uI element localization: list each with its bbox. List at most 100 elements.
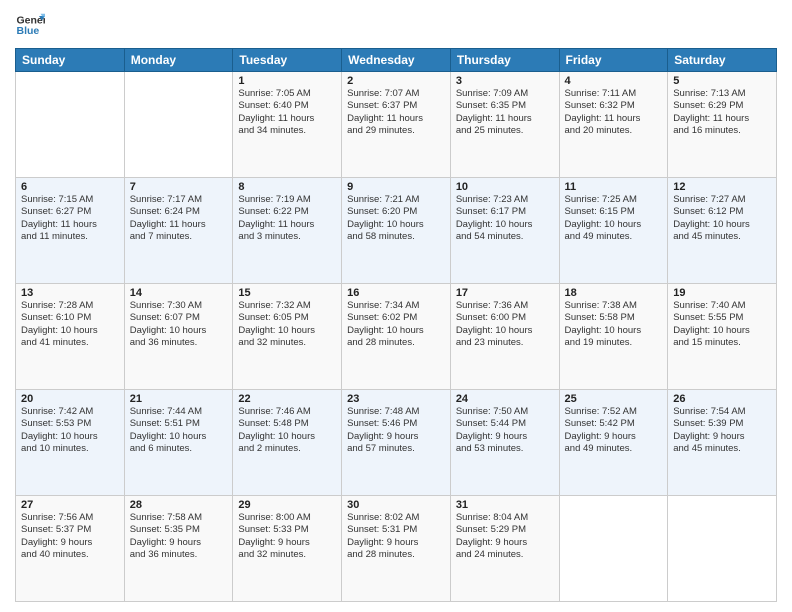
day-info-line: Sunrise: 7:40 AM <box>673 300 771 312</box>
day-info-line: Daylight: 10 hours <box>21 431 119 443</box>
calendar-cell: 8Sunrise: 7:19 AMSunset: 6:22 PMDaylight… <box>233 178 342 284</box>
day-info-line: and 11 minutes. <box>21 231 119 243</box>
day-info-line: Sunrise: 7:42 AM <box>21 406 119 418</box>
day-info-line: Sunset: 6:17 PM <box>456 206 554 218</box>
day-info-line: and 19 minutes. <box>565 337 663 349</box>
day-info-line: and 36 minutes. <box>130 549 228 561</box>
day-info-line: Sunrise: 8:00 AM <box>238 512 336 524</box>
day-info-line: and 58 minutes. <box>347 231 445 243</box>
day-info-line: Daylight: 11 hours <box>130 219 228 231</box>
day-info-line: Sunrise: 7:36 AM <box>456 300 554 312</box>
day-info-line: Daylight: 9 hours <box>565 431 663 443</box>
calendar-cell: 29Sunrise: 8:00 AMSunset: 5:33 PMDayligh… <box>233 496 342 602</box>
day-info-line: Sunset: 5:31 PM <box>347 524 445 536</box>
day-info-line: Sunset: 5:44 PM <box>456 418 554 430</box>
calendar-week-row: 27Sunrise: 7:56 AMSunset: 5:37 PMDayligh… <box>16 496 777 602</box>
day-number: 15 <box>238 287 336 299</box>
day-info-line: Sunset: 5:53 PM <box>21 418 119 430</box>
day-info-line: Sunrise: 7:38 AM <box>565 300 663 312</box>
day-number: 3 <box>456 75 554 87</box>
day-info-line: Sunrise: 7:15 AM <box>21 194 119 206</box>
day-number: 18 <box>565 287 663 299</box>
day-info-line: and 10 minutes. <box>21 443 119 455</box>
day-info-line: and 54 minutes. <box>456 231 554 243</box>
calendar-cell: 15Sunrise: 7:32 AMSunset: 6:05 PMDayligh… <box>233 284 342 390</box>
day-info-line: Sunrise: 7:09 AM <box>456 88 554 100</box>
day-info-line: Sunset: 6:07 PM <box>130 312 228 324</box>
day-info-line: Daylight: 10 hours <box>21 325 119 337</box>
day-number: 16 <box>347 287 445 299</box>
calendar-cell: 4Sunrise: 7:11 AMSunset: 6:32 PMDaylight… <box>559 72 668 178</box>
calendar-cell: 3Sunrise: 7:09 AMSunset: 6:35 PMDaylight… <box>450 72 559 178</box>
calendar-page: General Blue SundayMondayTuesdayWednesda… <box>0 0 792 612</box>
day-number: 24 <box>456 393 554 405</box>
calendar-cell: 22Sunrise: 7:46 AMSunset: 5:48 PMDayligh… <box>233 390 342 496</box>
weekday-header: Monday <box>124 49 233 72</box>
day-info-line: Sunrise: 7:34 AM <box>347 300 445 312</box>
day-number: 2 <box>347 75 445 87</box>
day-info-line: and 34 minutes. <box>238 125 336 137</box>
weekday-header: Wednesday <box>342 49 451 72</box>
day-info-line: Sunrise: 7:58 AM <box>130 512 228 524</box>
svg-text:Blue: Blue <box>17 25 40 37</box>
day-info-line: Sunrise: 7:25 AM <box>565 194 663 206</box>
day-info-line: Sunset: 5:33 PM <box>238 524 336 536</box>
day-info-line: Sunset: 5:39 PM <box>673 418 771 430</box>
day-info-line: Sunset: 6:32 PM <box>565 100 663 112</box>
day-info-line: Daylight: 10 hours <box>238 325 336 337</box>
day-info-line: Sunrise: 7:32 AM <box>238 300 336 312</box>
day-info-line: Sunset: 6:12 PM <box>673 206 771 218</box>
calendar-cell <box>16 72 125 178</box>
day-info-line: Sunset: 6:15 PM <box>565 206 663 218</box>
day-info-line: Sunrise: 7:52 AM <box>565 406 663 418</box>
day-info-line: and 28 minutes. <box>347 549 445 561</box>
day-info-line: Sunset: 6:10 PM <box>21 312 119 324</box>
calendar-cell: 14Sunrise: 7:30 AMSunset: 6:07 PMDayligh… <box>124 284 233 390</box>
calendar-cell: 24Sunrise: 7:50 AMSunset: 5:44 PMDayligh… <box>450 390 559 496</box>
logo-icon: General Blue <box>15 10 45 40</box>
day-number: 17 <box>456 287 554 299</box>
calendar-cell: 30Sunrise: 8:02 AMSunset: 5:31 PMDayligh… <box>342 496 451 602</box>
day-info-line: Daylight: 11 hours <box>21 219 119 231</box>
weekday-header: Tuesday <box>233 49 342 72</box>
day-info-line: Sunset: 6:40 PM <box>238 100 336 112</box>
day-info-line: Daylight: 9 hours <box>456 431 554 443</box>
calendar-cell: 20Sunrise: 7:42 AMSunset: 5:53 PMDayligh… <box>16 390 125 496</box>
day-info-line: Sunset: 6:00 PM <box>456 312 554 324</box>
day-info-line: Daylight: 9 hours <box>238 537 336 549</box>
day-number: 7 <box>130 181 228 193</box>
day-number: 23 <box>347 393 445 405</box>
calendar-cell: 27Sunrise: 7:56 AMSunset: 5:37 PMDayligh… <box>16 496 125 602</box>
day-info-line: Sunrise: 7:05 AM <box>238 88 336 100</box>
day-info-line: Sunset: 6:24 PM <box>130 206 228 218</box>
day-info-line: and 25 minutes. <box>456 125 554 137</box>
calendar-cell <box>124 72 233 178</box>
day-info-line: and 57 minutes. <box>347 443 445 455</box>
day-info-line: Sunset: 5:58 PM <box>565 312 663 324</box>
day-number: 31 <box>456 499 554 511</box>
calendar-cell: 16Sunrise: 7:34 AMSunset: 6:02 PMDayligh… <box>342 284 451 390</box>
day-info-line: Sunrise: 7:48 AM <box>347 406 445 418</box>
day-info-line: Daylight: 10 hours <box>347 219 445 231</box>
day-number: 25 <box>565 393 663 405</box>
day-info-line: and 41 minutes. <box>21 337 119 349</box>
day-info-line: Daylight: 10 hours <box>565 325 663 337</box>
day-info-line: and 15 minutes. <box>673 337 771 349</box>
day-info-line: Daylight: 10 hours <box>673 325 771 337</box>
day-info-line: Sunset: 5:46 PM <box>347 418 445 430</box>
day-info-line: Sunrise: 7:46 AM <box>238 406 336 418</box>
calendar-cell: 17Sunrise: 7:36 AMSunset: 6:00 PMDayligh… <box>450 284 559 390</box>
calendar-cell: 13Sunrise: 7:28 AMSunset: 6:10 PMDayligh… <box>16 284 125 390</box>
day-info-line: and 6 minutes. <box>130 443 228 455</box>
day-info-line: Sunset: 5:42 PM <box>565 418 663 430</box>
day-info-line: and 36 minutes. <box>130 337 228 349</box>
calendar-cell <box>559 496 668 602</box>
calendar-cell <box>668 496 777 602</box>
day-info-line: Sunset: 6:22 PM <box>238 206 336 218</box>
day-info-line: and 20 minutes. <box>565 125 663 137</box>
calendar-cell: 11Sunrise: 7:25 AMSunset: 6:15 PMDayligh… <box>559 178 668 284</box>
day-info-line: Daylight: 9 hours <box>347 537 445 549</box>
day-info-line: Sunset: 6:05 PM <box>238 312 336 324</box>
day-info-line: Sunset: 5:35 PM <box>130 524 228 536</box>
day-info-line: Sunrise: 8:04 AM <box>456 512 554 524</box>
